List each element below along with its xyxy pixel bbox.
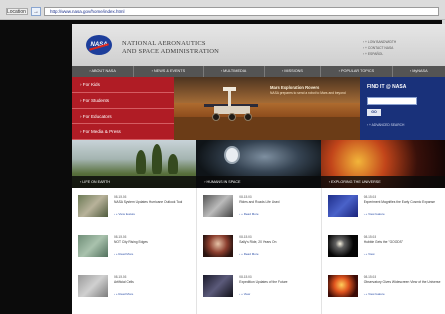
news-more-link[interactable]: › + View feature bbox=[364, 212, 385, 217]
audience-media-link[interactable]: › For Media & Press bbox=[72, 124, 174, 140]
exploring-universe-panel[interactable]: › EXPLORING THE UNIVERSE bbox=[320, 140, 445, 188]
news-title: Sally's Ride, 20 Years On bbox=[239, 240, 277, 244]
news-item[interactable]: 08.15.03 Expedition Updates of the Futur… bbox=[203, 272, 317, 308]
rover-camera-head bbox=[223, 87, 236, 91]
search-box: FIND IT @ NASA GO › + ADVANCED SEARCH bbox=[360, 77, 445, 140]
search-title: FIND IT @ NASA bbox=[367, 84, 407, 90]
tree bbox=[136, 150, 146, 174]
nav-missions[interactable]: › MISSIONS bbox=[265, 66, 322, 77]
news-more-link[interactable]: › + View bbox=[239, 292, 250, 297]
search-input[interactable] bbox=[367, 97, 417, 105]
feature-caption: Mars Exploration Rovers NASA prepares to… bbox=[270, 85, 356, 96]
rover-wheel bbox=[244, 113, 252, 121]
news-more-link[interactable]: › + Read More bbox=[114, 292, 133, 297]
rover-wheel bbox=[228, 113, 236, 121]
nasa-homepage: NASA NATIONAL AERONAUTICS AND SPACE ADMI… bbox=[72, 24, 445, 314]
life-on-earth-label: › LIFE ON EARTH bbox=[72, 176, 197, 188]
news-column-universe: 08.15.03 Experiment Magnifies the Early … bbox=[320, 188, 445, 314]
go-arrow-icon[interactable]: → bbox=[31, 7, 41, 16]
news-more-link[interactable]: › + Read More bbox=[239, 212, 258, 217]
humans-in-space-label: › HUMANS IN SPACE bbox=[196, 176, 321, 188]
life-on-earth-panel[interactable]: › LIFE ON EARTH bbox=[72, 140, 197, 188]
rover-mast bbox=[228, 90, 231, 106]
address-label: Location bbox=[6, 8, 28, 15]
news-title: Rides and Roads Life Used bbox=[239, 200, 280, 204]
news-title: Experiment Magnifies the Early Cosmic Ex… bbox=[363, 200, 435, 204]
news-item[interactable]: 08.15.03 Experiment Magnifies the Early … bbox=[327, 192, 442, 228]
nav-multimedia[interactable]: › MULTIMEDIA bbox=[204, 66, 265, 77]
news-item[interactable]: 08.15.03 Observatory Gives Widescreen Vi… bbox=[327, 272, 442, 308]
news-thumbnail bbox=[203, 195, 234, 217]
url-field[interactable]: http://www.nasa.gov/home/index.html bbox=[44, 7, 439, 16]
news-column-earth: 08.15.03 NASA System Updates Hurricane O… bbox=[72, 188, 197, 314]
audience-kids-link[interactable]: › For Kids bbox=[72, 77, 174, 93]
audience-menu: › For Kids › For Students › For Educator… bbox=[72, 77, 174, 140]
rover-wheel bbox=[212, 113, 220, 121]
news-item[interactable]: 08.15.03 Rides and Roads Life Used › + R… bbox=[203, 192, 317, 228]
audience-students-link[interactable]: › For Students bbox=[72, 93, 174, 109]
news-item[interactable]: 08.15.03 NASA System Updates Hurricane O… bbox=[78, 192, 192, 228]
agency-line-1: NATIONAL AERONAUTICS bbox=[122, 40, 206, 47]
news-item[interactable]: 08.15.03 Hubble Gets the "GOODS" › + Vie… bbox=[327, 232, 442, 268]
feature-banner[interactable]: Mars Exploration Rovers NASA prepares to… bbox=[174, 77, 360, 140]
nav-news-events[interactable]: › NEWS & EVENTS bbox=[134, 66, 204, 77]
agency-title: NATIONAL AERONAUTICS AND SPACE ADMINISTR… bbox=[122, 40, 282, 56]
news-thumbnail bbox=[327, 195, 358, 217]
news-thumbnail bbox=[78, 235, 108, 257]
news-thumbnail bbox=[327, 275, 358, 297]
exploring-universe-label: › EXPLORING THE UNIVERSE bbox=[320, 176, 445, 188]
feature-body: NASA prepares to send a robot to Mars an… bbox=[270, 91, 346, 95]
news-title: NOT City Rising Edges bbox=[114, 240, 148, 244]
news-more-link[interactable]: › + View feature bbox=[364, 292, 385, 297]
nasa-logo[interactable]: NASA bbox=[86, 35, 112, 55]
nav-about-nasa[interactable]: › ABOUT NASA bbox=[72, 66, 135, 77]
news-title: Observatory Gives Widescreen View of the… bbox=[363, 280, 441, 284]
advanced-search-link[interactable]: › + ADVANCED SEARCH bbox=[367, 123, 438, 128]
tree bbox=[152, 144, 162, 174]
nav-popular-topics[interactable]: › POPULAR TOPICS bbox=[321, 66, 393, 77]
news-title: Expedition Updates of the Future bbox=[239, 280, 288, 284]
news-thumbnail bbox=[203, 235, 234, 257]
site-header: NASA NATIONAL AERONAUTICS AND SPACE ADMI… bbox=[72, 24, 445, 66]
search-go-button[interactable]: GO bbox=[367, 109, 381, 116]
news-more-link[interactable]: › + View bbox=[364, 252, 375, 257]
main-nav: › ABOUT NASA › NEWS & EVENTS › MULTIMEDI… bbox=[72, 66, 445, 77]
news-more-link[interactable]: › + Read More bbox=[239, 252, 258, 257]
news-thumbnail bbox=[327, 235, 358, 257]
agency-line-2: AND SPACE ADMINISTRATION bbox=[122, 48, 220, 55]
news-item[interactable]: 08.15.03 Artificial Cells › + Read More bbox=[78, 272, 192, 308]
audience-educators-link[interactable]: › For Educators bbox=[72, 109, 174, 125]
humans-in-space-panel[interactable]: › HUMANS IN SPACE bbox=[196, 140, 321, 188]
mars-ground bbox=[174, 117, 360, 140]
tree bbox=[168, 154, 178, 174]
news-thumbnail bbox=[78, 275, 108, 297]
astronaut-helmet bbox=[224, 146, 241, 164]
news-column-humans: 08.15.03 Rides and Roads Life Used › + R… bbox=[196, 188, 321, 314]
news-item[interactable]: 08.15.03 NOT City Rising Edges › + Read … bbox=[78, 232, 192, 268]
news-title: NASA System Updates Hurricane Outlook To… bbox=[114, 200, 183, 204]
news-more-link[interactable]: › + Read More bbox=[114, 252, 133, 257]
espanol-link[interactable]: › + ESPAÑOL bbox=[358, 51, 444, 57]
news-thumbnail bbox=[203, 275, 234, 297]
news-thumbnail bbox=[78, 195, 108, 217]
news-title: Hubble Gets the "GOODS" bbox=[363, 240, 404, 244]
news-item[interactable]: 08.15.03 Sally's Ride, 20 Years On › + R… bbox=[203, 232, 317, 268]
nav-mynasa[interactable]: › MyNASA bbox=[393, 66, 445, 77]
browser-address-bar: Location → http://www.nasa.gov/home/inde… bbox=[0, 0, 445, 20]
header-utility-links: › + LOW BANDWIDTH › + CONTACT NASA › + E… bbox=[358, 39, 444, 57]
news-more-link[interactable]: › + View feature bbox=[114, 212, 135, 217]
news-title: Artificial Cells bbox=[114, 280, 134, 284]
